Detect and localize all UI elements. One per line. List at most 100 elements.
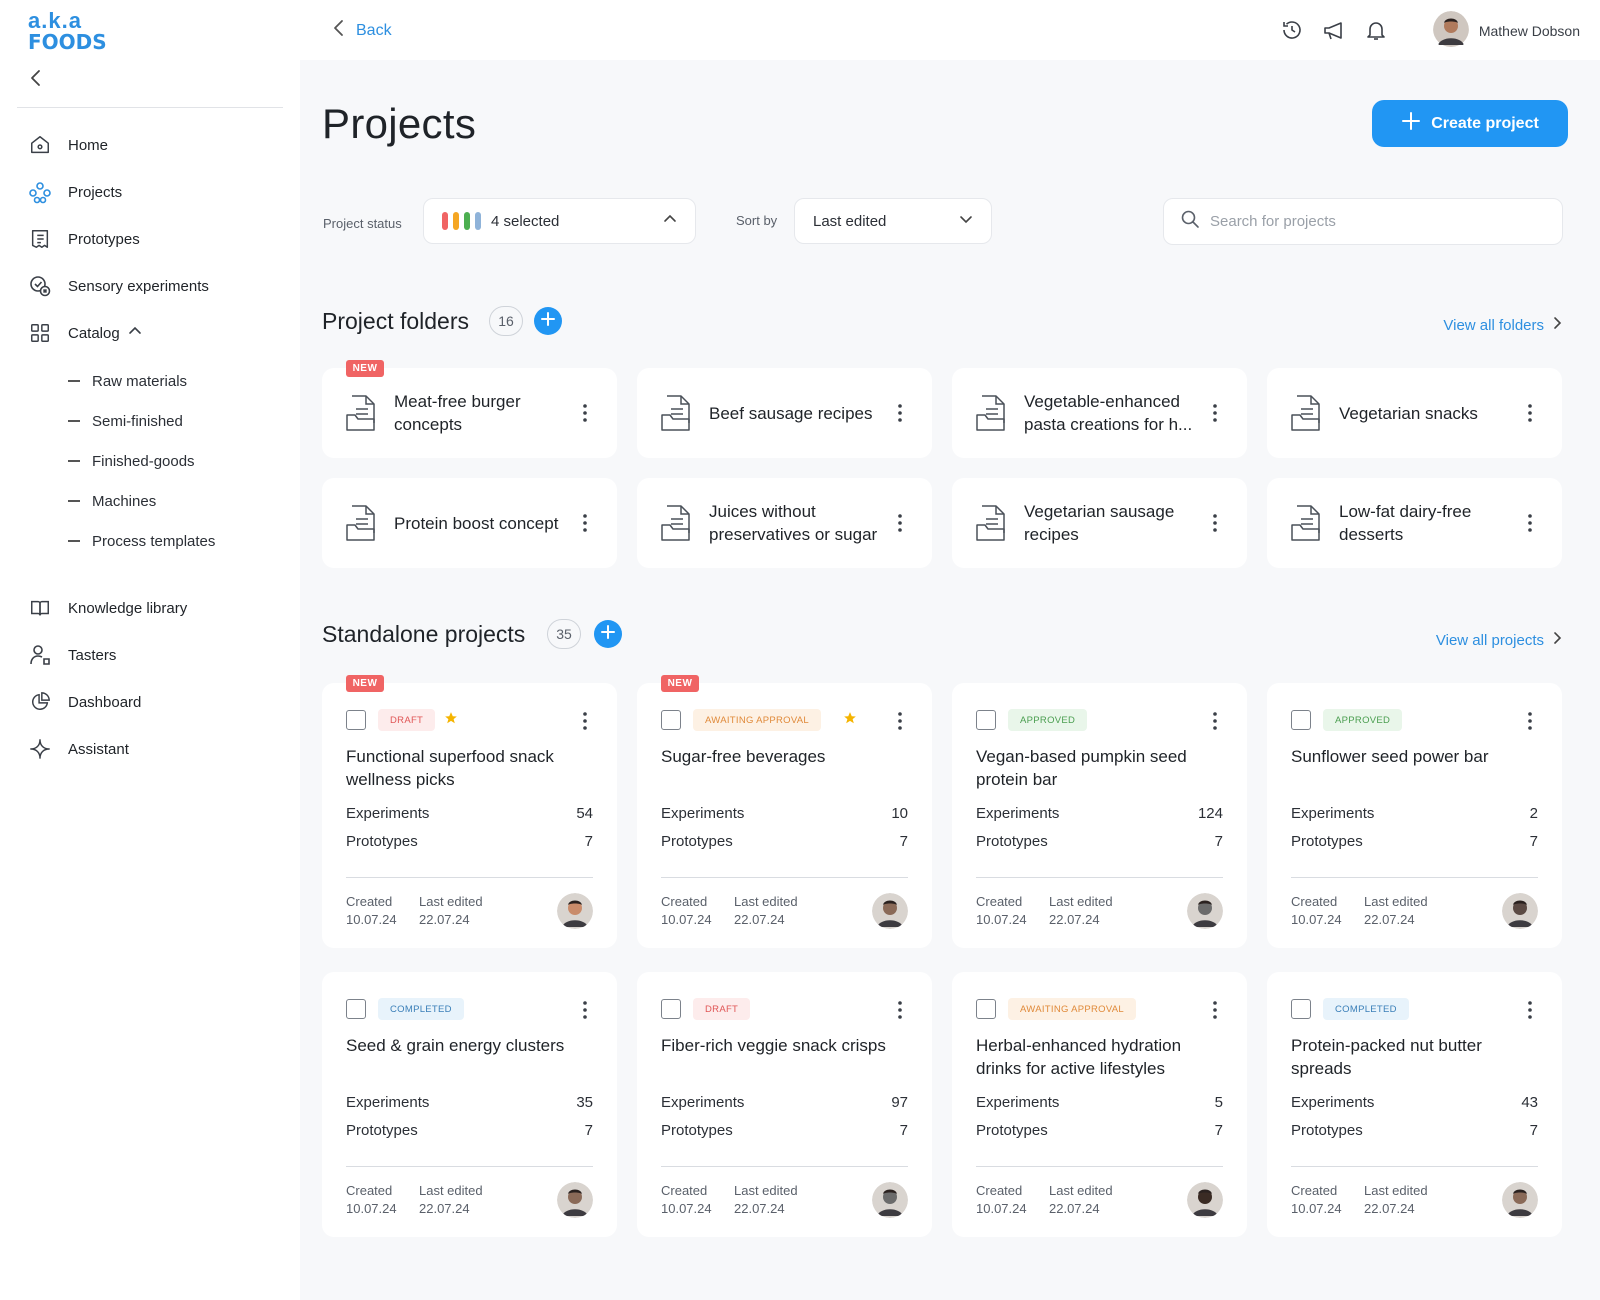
project-card[interactable]: APPROVED Sunflower seed power bar Experime… xyxy=(1267,683,1562,948)
view-all-projects-label: View all projects xyxy=(1435,631,1544,649)
project-card[interactable]: AWAITING APPROVAL Herbal-enhanced hydrati… xyxy=(952,972,1247,1237)
collapse-sidebar-icon[interactable] xyxy=(26,68,46,88)
select-checkbox[interactable] xyxy=(976,999,996,1019)
sidebar-item-home[interactable]: Home xyxy=(28,125,108,165)
card-divider xyxy=(346,877,593,878)
select-checkbox[interactable] xyxy=(346,710,366,730)
avatar[interactable] xyxy=(1502,1182,1538,1218)
sidebar-item-projects[interactable]: Projects xyxy=(28,172,122,212)
more-options-icon[interactable] xyxy=(1205,709,1225,733)
sidebar-item-knowledge-library[interactable]: Knowledge library xyxy=(28,588,187,628)
star-icon[interactable] xyxy=(444,711,458,730)
more-options-icon[interactable] xyxy=(890,709,910,733)
select-checkbox[interactable] xyxy=(661,710,681,730)
sidebar-item-catalog[interactable]: Catalog xyxy=(28,313,142,353)
experiments-row: Experiments 54 xyxy=(346,805,593,822)
sidebar-subitem-label: Raw materials xyxy=(92,372,188,390)
more-options-icon[interactable] xyxy=(1205,401,1225,425)
project-card[interactable]: AWAITING APPROVAL Sugar-free beverages Exp… xyxy=(637,683,932,948)
megaphone-icon[interactable] xyxy=(1322,18,1346,42)
project-card[interactable]: COMPLETED Protein-packed nut butter sprea… xyxy=(1267,972,1562,1237)
sort-by-select[interactable]: Last edited xyxy=(794,198,992,244)
folder-card[interactable]: Juices without preservatives or sugar xyxy=(637,478,932,568)
folder-card[interactable]: Vegetarian sausage recipes xyxy=(952,478,1247,568)
back-button[interactable]: Back xyxy=(332,18,392,43)
avatar[interactable] xyxy=(872,1182,908,1218)
avatar[interactable] xyxy=(1502,893,1538,929)
folder-card[interactable]: Low-fat dairy-free desserts xyxy=(1267,478,1562,568)
project-status-select[interactable]: 4 selected xyxy=(423,198,696,244)
star-icon[interactable] xyxy=(843,711,857,730)
bell-icon[interactable] xyxy=(1364,18,1388,42)
more-options-icon[interactable] xyxy=(575,998,595,1022)
experiments-count: 54 xyxy=(576,805,593,822)
sidebar-item-label: Projects xyxy=(68,183,123,201)
search-box xyxy=(1163,198,1563,245)
more-options-icon[interactable] xyxy=(890,998,910,1022)
more-options-icon[interactable] xyxy=(890,511,910,535)
sidebar-item-prototypes[interactable]: Prototypes xyxy=(28,219,140,259)
more-options-icon[interactable] xyxy=(575,709,595,733)
view-all-folders-link[interactable]: View all folders xyxy=(1443,316,1562,334)
sidebar-subitem-finished-goods[interactable]: Finished-goods xyxy=(68,445,195,477)
select-checkbox[interactable] xyxy=(346,999,366,1019)
avatar[interactable] xyxy=(557,893,593,929)
sidebar-item-dashboard[interactable]: Dashboard xyxy=(28,682,141,722)
project-card[interactable]: COMPLETED Seed & grain energy clusters Exp… xyxy=(322,972,617,1237)
more-options-icon[interactable] xyxy=(890,401,910,425)
created-date: 10.07.24 xyxy=(1291,912,1342,927)
more-options-icon[interactable] xyxy=(1205,511,1225,535)
create-project-button[interactable]: Create project xyxy=(1372,100,1568,147)
sidebar-item-assistant[interactable]: Assistant xyxy=(28,729,129,769)
created-date: 10.07.24 xyxy=(976,1201,1027,1216)
folder-card[interactable]: Vegetarian snacks xyxy=(1267,368,1562,458)
more-options-icon[interactable] xyxy=(1520,511,1540,535)
folder-card[interactable]: Beef sausage recipes xyxy=(637,368,932,458)
project-title: Herbal-enhanced hydration drinks for act… xyxy=(976,1036,1182,1078)
more-options-icon[interactable] xyxy=(1520,709,1540,733)
created-label: Created xyxy=(661,894,708,909)
sidebar-subitem-semi-finished[interactable]: Semi-finished xyxy=(68,405,183,437)
avatar[interactable] xyxy=(872,893,908,929)
prototypes-label: Prototypes xyxy=(1291,1122,1363,1139)
prototypes-row: Prototypes 7 xyxy=(346,1122,593,1139)
more-options-icon[interactable] xyxy=(1205,998,1225,1022)
avatar[interactable] xyxy=(557,1182,593,1218)
experiments-label: Experiments xyxy=(976,1094,1060,1111)
more-options-icon[interactable] xyxy=(1520,401,1540,425)
view-all-projects-link[interactable]: View all projects xyxy=(1436,631,1562,649)
folder-document-icon xyxy=(974,393,1010,433)
sidebar-item-tasters[interactable]: Tasters xyxy=(28,635,116,675)
created-date: 10.07.24 xyxy=(661,912,712,927)
sidebar-subitem-machines[interactable]: Machines xyxy=(68,485,156,517)
avatar[interactable] xyxy=(1187,893,1223,929)
standalone-projects-title: Standalone projects xyxy=(322,621,526,647)
experiments-row: Experiments 10 xyxy=(661,805,908,822)
folder-card[interactable]: Protein boost concept xyxy=(322,478,617,568)
more-options-icon[interactable] xyxy=(575,401,595,425)
select-checkbox[interactable] xyxy=(976,710,996,730)
project-card[interactable]: DRAFT Functional superfood snack wellness… xyxy=(322,683,617,948)
sidebar-subitem-raw-materials[interactable]: Raw materials xyxy=(68,365,187,397)
more-options-icon[interactable] xyxy=(1520,998,1540,1022)
avatar[interactable] xyxy=(1187,1182,1223,1218)
sidebar-subitem-process-templates[interactable]: Process templates xyxy=(68,525,215,557)
add-folder-button[interactable] xyxy=(534,307,562,335)
folder-card[interactable]: Meat-free burger concepts xyxy=(322,368,617,458)
folder-card[interactable]: Vegetable-enhanced pasta creations for h… xyxy=(952,368,1247,458)
select-checkbox[interactable] xyxy=(1291,999,1311,1019)
project-card[interactable]: APPROVED Vegan-based pumpkin seed protein… xyxy=(952,683,1247,948)
status-badge: DRAFT xyxy=(693,998,751,1020)
project-card[interactable]: DRAFT Fiber-rich veggie snack crisps Exper… xyxy=(637,972,932,1237)
brand-logo[interactable]: a.k.a FOODS xyxy=(28,10,107,53)
prototypes-count: 7 xyxy=(1529,833,1538,850)
history-icon[interactable] xyxy=(1280,18,1304,42)
select-checkbox[interactable] xyxy=(1291,710,1311,730)
search-input[interactable] xyxy=(1210,213,1540,230)
add-project-button[interactable] xyxy=(594,620,622,648)
sidebar-item-sensory-experiments[interactable]: Sensory experiments xyxy=(28,266,209,306)
folder-name: Meat-free burger concepts xyxy=(394,392,521,434)
more-options-icon[interactable] xyxy=(575,511,595,535)
select-checkbox[interactable] xyxy=(661,999,681,1019)
user-menu[interactable]: Mathew Dobson xyxy=(1432,11,1580,50)
